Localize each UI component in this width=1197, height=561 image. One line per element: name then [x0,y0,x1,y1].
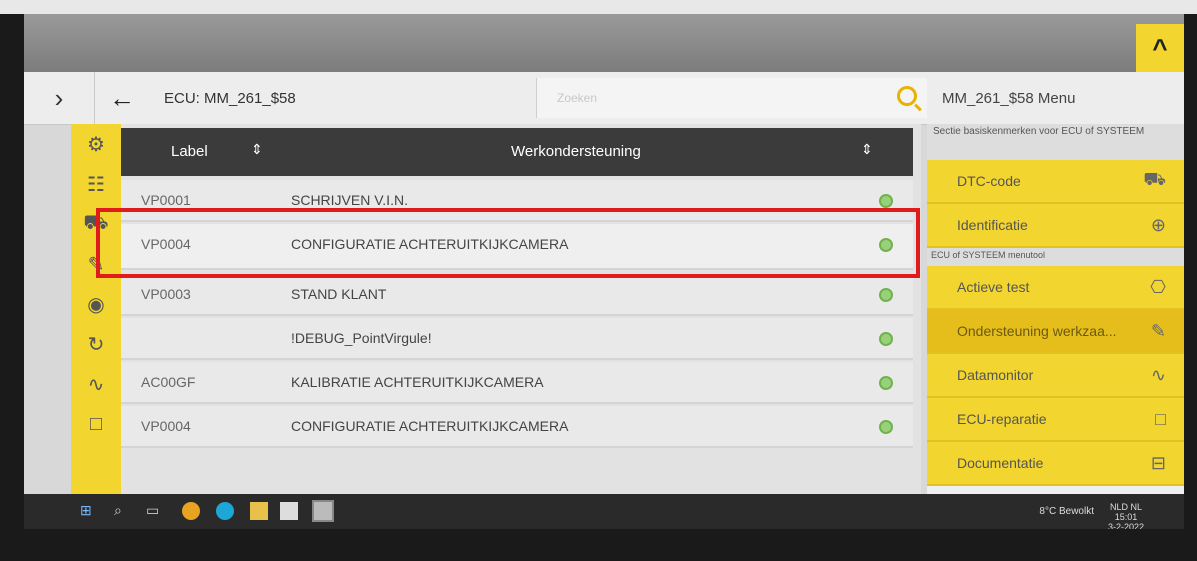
row-code: AC00GF [141,374,196,390]
back-arrow-icon[interactable]: ← [96,72,148,124]
zoom-icon: ⊕ [1150,214,1166,235]
status-dot-icon [879,332,893,346]
app-icon[interactable] [280,502,298,520]
header-bar: › ← ECU: MM_261_$58 Zoeken MM_261_$58 Me… [24,72,1184,125]
menu-label: DTC-code [957,173,1021,189]
menu-title: MM_261_$58 Menu [942,90,1076,107]
square-icon: □ [1155,408,1166,429]
row-name: CONFIGURATIE ACHTERUITKIJKCAMERA [291,418,569,434]
menu-identificatie[interactable]: Identificatie ⊕ [927,204,1184,248]
menu-ondersteuning-werkzaamheden[interactable]: Ondersteuning werkzaa... ✎ [927,310,1184,354]
row-code: VP0004 [141,418,191,434]
top-bar: ^ [24,14,1184,72]
col-task-header[interactable]: Werkondersteuning [511,143,641,160]
vehicle-icon[interactable]: ◉ [71,284,121,324]
menu-dtc-code[interactable]: DTC-code ⛟ [927,160,1184,204]
book-icon: ⊟ [1150,452,1166,473]
col-label-header[interactable]: Label [171,143,208,160]
sort-icon[interactable]: ⇕ [861,141,873,158]
language-indicator: NLD NL [1109,502,1142,512]
menu-documentatie[interactable]: Documentatie ⊟ [927,442,1184,486]
windows-start-icon[interactable]: ⊞ [80,502,98,520]
status-dot-icon [879,194,893,208]
graph-icon: ∿ [1150,364,1166,385]
square-icon[interactable]: □ [71,404,121,444]
status-dot-icon [879,376,893,390]
search-placeholder: Zoeken [557,91,598,105]
weather-text[interactable]: 8°C Bewolkt [1039,506,1094,517]
row-code: VP0003 [141,286,191,302]
date-text: 3-2-2022 [1107,522,1144,529]
search-icon[interactable] [897,86,917,106]
menu-label: Identificatie [957,217,1028,233]
settings-gear-icon[interactable]: ⚙ [71,124,121,164]
right-menu: Sectie basiskenmerken voor ECU of SYSTEE… [927,124,1184,509]
menu-ecu-reparatie[interactable]: ECU-reparatie □ [927,398,1184,442]
network-tree-icon[interactable]: ☷ [71,164,121,204]
ecu-label: ECU: MM_261_$58 [164,90,296,107]
menu-label: Documentatie [957,455,1044,471]
menu-label: Actieve test [957,279,1030,295]
row-name: SCHRIJVEN V.I.N. [291,192,408,208]
menu-datamonitor[interactable]: Datamonitor ∿ [927,354,1184,398]
table-row[interactable]: VP0004 CONFIGURATIE ACHTERUITKIJKCAMERA [121,406,913,448]
edge-icon[interactable] [216,502,234,520]
status-dot-icon [879,288,893,302]
monitor-bezel [0,0,1197,14]
section-label: ECU of SYSTEEM menutool [927,248,1184,266]
table-row[interactable]: !DEBUG_PointVirgule! [121,318,913,360]
time-text: 15:01 [1114,512,1138,522]
row-name: STAND KLANT [291,286,387,302]
chrome-icon[interactable] [182,502,200,520]
row-code: VP0001 [141,192,191,208]
menu-label: Ondersteuning werkzaa... [957,323,1117,339]
row-name: !DEBUG_PointVirgule! [291,330,432,346]
table-row[interactable]: VP0003 STAND KLANT [121,274,913,316]
status-dot-icon [879,420,893,434]
sort-icon[interactable]: ⇕ [251,141,263,158]
folder-icon[interactable] [250,502,268,520]
refresh-icon[interactable]: ↻ [71,324,121,364]
row-name: KALIBRATIE ACHTERUITKIJKCAMERA [291,374,544,390]
section-label: Sectie basiskenmerken voor ECU of SYSTEE… [927,124,1184,160]
graph-icon[interactable]: ∿ [71,364,121,404]
left-sidebar: ⚙ ☷ ⛟ ✎ ◉ ↻ ∿ □ [71,124,121,509]
app-active-icon[interactable] [312,500,334,522]
clock[interactable]: NLD NL 15:01 3-2-2022 [1108,502,1144,529]
table-header: Label ⇕ Werkondersteuning ⇕ [121,128,913,176]
search-input[interactable]: Zoeken [536,78,927,118]
gamepad-icon: ⎔ [1150,276,1166,297]
work-support-table: Label ⇕ Werkondersteuning ⇕ VP0001 SCHRI… [121,124,921,509]
wrench-icon: ✎ [1150,320,1166,341]
collapse-chevron-up-icon[interactable]: ^ [1136,24,1184,72]
menu-label: ECU-reparatie [957,411,1047,427]
menu-actieve-test[interactable]: Actieve test ⎔ [927,266,1184,310]
table-row[interactable]: AC00GF KALIBRATIE ACHTERUITKIJKCAMERA [121,362,913,404]
menu-label: Datamonitor [957,367,1034,383]
expand-chevron-right-icon[interactable]: › [24,72,95,124]
highlight-box [96,208,920,278]
taskview-icon[interactable]: ▭ [146,502,164,520]
search-icon[interactable]: ⌕ [114,502,132,520]
car-search-icon: ⛟ [1143,169,1166,189]
windows-taskbar: ⊞ ⌕ ▭ 8°C Bewolkt NLD NL 15:01 3-2-2022 [24,494,1184,529]
